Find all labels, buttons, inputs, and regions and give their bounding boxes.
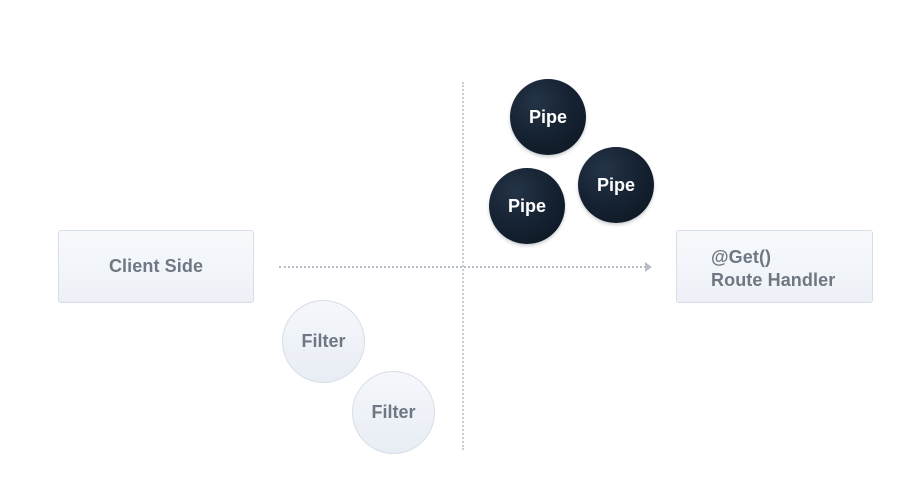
pipe-node: Pipe [489,168,565,244]
pipe-label: Pipe [528,106,567,127]
filter-node: Filter [282,300,365,383]
client-side-node: Client Side [58,230,254,303]
request-flow-dotted-line [279,266,646,268]
pipe-label: Pipe [596,174,635,195]
pipe-node: Pipe [578,147,654,223]
pipe-label: Pipe [507,195,546,216]
request-flow-diagram: Client Side @Get() Route Handler Pipe Pi… [0,0,922,495]
filter-label: Filter [301,331,346,351]
route-handler-decorator-label: @Get() [711,247,772,267]
route-handler-node: @Get() Route Handler [676,230,873,303]
flow-arrow-head [645,262,652,272]
client-side-label: Client Side [108,256,204,276]
pipe-node: Pipe [510,79,586,155]
filter-label: Filter [371,402,416,422]
filter-node: Filter [352,371,435,454]
route-handler-label: Route Handler [711,270,836,290]
